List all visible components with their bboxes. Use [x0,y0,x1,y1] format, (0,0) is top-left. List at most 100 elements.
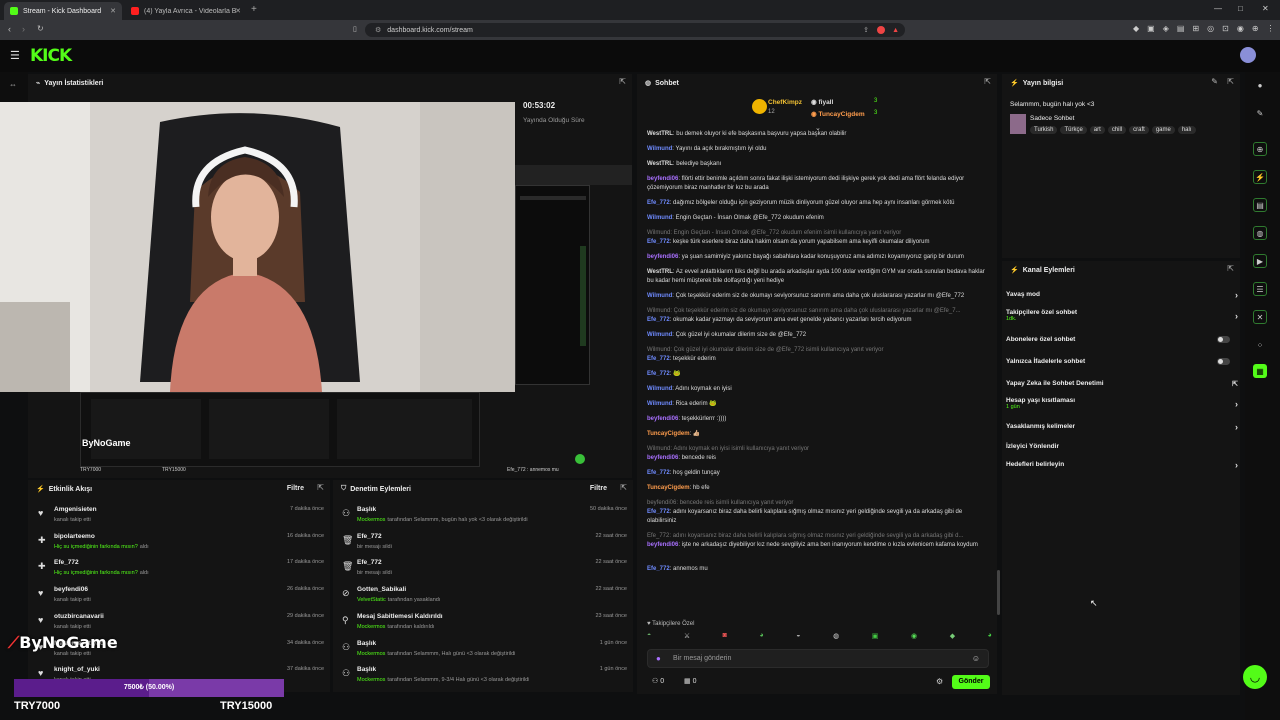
collapse-icon[interactable]: ⇔ [9,80,17,89]
chevron-right-icon[interactable]: › [1235,399,1238,409]
moderation-title[interactable]: Başlık [357,506,376,513]
chat-username[interactable]: WestTRL [647,161,673,167]
activity-user[interactable]: bipolarteemo [54,533,95,540]
edit-icon[interactable]: ✎ [1211,77,1218,86]
add-widget-icon[interactable]: ▦ [1253,364,1267,378]
extension-icon[interactable]: ▤ [1177,24,1185,33]
channel-action-item[interactable]: Yapay Zeka ile Sohbet Denetimi ⇱ [1006,380,1238,394]
filter-button[interactable]: Filtre [287,485,304,492]
activity-user[interactable]: knight_of_yuki [54,666,100,673]
bolt-icon[interactable]: ⚡ [1253,170,1267,184]
chat-message[interactable]: Wilmund: Rica ederim 🐸 [647,400,992,409]
toggle-switch[interactable] [1217,336,1230,343]
channel-action-item[interactable]: Hedefleri belirleyin › [1006,460,1238,475]
channel-action-item[interactable]: Abonelere özel sohbet [1006,336,1238,350]
reload-icon[interactable]: ↻ [37,24,44,33]
moderation-title[interactable]: Başlık [357,640,376,647]
chevron-right-icon[interactable]: › [1235,290,1238,300]
extension-icon[interactable]: ◆ [1133,24,1139,33]
moderation-actor[interactable]: Mockermos [357,651,385,657]
extension-icon[interactable]: ⋮ [1267,24,1275,33]
chat-username[interactable]: beyfendi06 [647,254,678,260]
wrench-icon[interactable]: ✕ [1253,310,1267,324]
chat-scrollbar[interactable] [997,570,1000,615]
support-headset-icon[interactable]: ◡ [1243,665,1267,689]
emote-icon[interactable]: ◆ [950,632,955,644]
chat-message[interactable]: WestTRL: belediye başkanı [647,160,992,169]
back-icon[interactable]: ‹ [8,24,11,34]
activity-user[interactable]: Amgenisieten [54,506,97,513]
chat-message[interactable]: beyfendi06: bencede reis [647,454,992,463]
leader-name[interactable]: ◉ TuncayCigdem [811,110,865,118]
popout-icon[interactable]: ⇱ [1227,77,1234,86]
moderation-actor[interactable]: VelvetStatic [357,597,386,603]
chat-username[interactable]: Efe_772 [647,200,670,206]
close-window-icon[interactable]: ✕ [1262,4,1269,13]
url-field[interactable]: ⚙ dashboard.kick.com/stream ⇪ ▲ [365,23,905,37]
emote-icon[interactable]: ◓ [647,632,651,644]
chat-username[interactable]: TuncayCigdem [647,431,690,437]
video-icon[interactable]: ▶ [1253,254,1267,268]
emote-icon[interactable]: ◕ [759,632,763,644]
chat-input[interactable]: ● Bir mesaj gönderin ☺ [647,649,989,668]
moderation-title[interactable]: Mesaj Sabitlemesi Kaldırıldı [357,613,443,620]
chat-message[interactable]: beyfendi06: flörti ettir benimle açıldım… [647,175,992,193]
chat-icon[interactable]: ◍ [1253,226,1267,240]
chat-username[interactable]: Efe_772 [647,566,670,572]
moderation-title[interactable]: Başlık [357,666,376,673]
extension-icon[interactable]: ⊞ [1192,24,1199,33]
chat-username[interactable]: Wilmund [647,215,672,221]
crosshair-icon[interactable]: ⊕ [1253,142,1267,156]
chat-message[interactable]: Wilmund: Çok güzel iyi okumalar dilerim … [647,331,992,340]
chat-message[interactable]: Efe_772: okumak kadar yazmayı da seviyor… [647,316,992,325]
channel-action-item[interactable]: Hesap yaşı kısıtlaması 1 gün › [1006,397,1238,411]
emote-icon[interactable]: ◉ [911,632,917,644]
moderation-actor[interactable]: Mockermos [357,624,385,630]
minimize-icon[interactable]: — [1214,4,1222,13]
popout-icon[interactable]: ⇱ [619,77,626,86]
moderation-title[interactable]: Gotten_Sabikali [357,586,406,593]
channel-action-item[interactable]: Yavaş mod › [1006,290,1238,305]
moderation-title[interactable]: Efe_772 [357,559,382,566]
chat-username[interactable]: Wilmund [647,146,672,152]
extension-icon[interactable]: ⊕ [1252,24,1259,33]
chat-username[interactable]: Efe_772 [647,371,670,377]
send-button[interactable]: Gönder [952,675,990,689]
channel-action-item[interactable]: Yasaklanmış kelimeler › [1006,422,1238,437]
channel-action-item[interactable]: Takipçilere özel sohbet 1dk. › [1006,309,1238,323]
emote-icon[interactable]: ◙ [723,632,727,644]
chat-message[interactable]: Efe_772: hoş geldin tunçay [647,469,992,478]
chat-message[interactable]: WestTRL: Az evvel anlattıklarım lüks değ… [647,268,992,286]
chat-message[interactable]: Efe_772: 🐸 [647,370,992,379]
tag-chip[interactable]: halı [1177,126,1196,134]
emote-icon[interactable]: ▣ [872,632,879,644]
chat-username[interactable]: WestTRL [647,131,673,137]
chat-message[interactable]: Efe_772: annemos mu [647,565,992,574]
bookmark-icon[interactable]: ▯ [353,25,357,33]
extension-icon[interactable]: ▣ [1147,24,1155,33]
tag-chip[interactable]: Türkçe [1060,126,1087,134]
chat-message[interactable]: Efe_772: teşekkür ederim [647,355,992,364]
chat-username[interactable]: WestTRL [647,269,673,275]
leader-name[interactable]: ◉ fiyall [811,98,833,106]
extension-icon[interactable]: ◎ [1207,24,1214,33]
popout-icon[interactable]: ⇱ [620,483,627,492]
chat-message[interactable]: Wilmund: Engin Geçtan - İnsan Olmak @Efe… [647,214,992,223]
kick-logo[interactable]: KICK [30,46,72,66]
chat-message[interactable]: Wilmund: Adını koymak en iyisi [647,385,992,394]
microphone-icon[interactable]: ● [656,654,661,663]
chat-message[interactable]: TuncayCigdem: hb efe [647,484,992,493]
extension-icon[interactable]: ◉ [1237,24,1244,33]
chat-message[interactable]: Efe_772: adını koyarsanız biraz daha bel… [647,508,992,526]
filter-button[interactable]: Filtre [590,485,607,492]
chat-username[interactable]: Wilmund [647,386,672,392]
chat-username[interactable]: TuncayCigdem [647,485,690,491]
chat-username[interactable]: Efe_772 [647,317,670,323]
extension-icon[interactable]: ⊡ [1222,24,1229,33]
popout-icon[interactable]: ⇱ [984,77,991,86]
settings-icon[interactable]: ⚙ [936,677,943,686]
emoji-icon[interactable]: ☺ [972,654,980,663]
chevron-right-icon[interactable]: › [1235,311,1238,321]
channel-action-item[interactable]: Yalnızca İfadelerle sohbet [1006,358,1238,372]
browser-tab-active[interactable]: Stream - Kick Dashboard ✕ [4,2,122,20]
